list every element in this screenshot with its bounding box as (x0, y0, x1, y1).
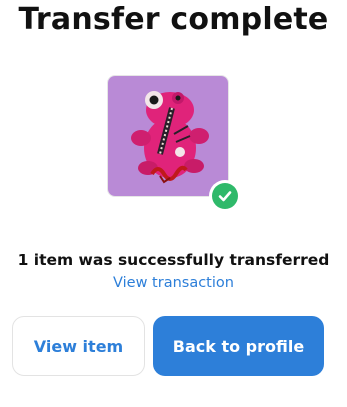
page-title: Transfer complete (18, 2, 329, 37)
success-message: 1 item was successfully transferred (17, 251, 330, 269)
check-circle-icon (212, 183, 238, 209)
item-thumbnail[interactable] (107, 75, 229, 197)
success-badge (209, 180, 241, 212)
back-to-profile-button[interactable]: Back to profile (153, 316, 324, 376)
view-item-button[interactable]: View item (12, 316, 145, 376)
view-transaction-link[interactable]: View transaction (0, 275, 347, 291)
nft-frog-artwork-icon (108, 76, 228, 196)
